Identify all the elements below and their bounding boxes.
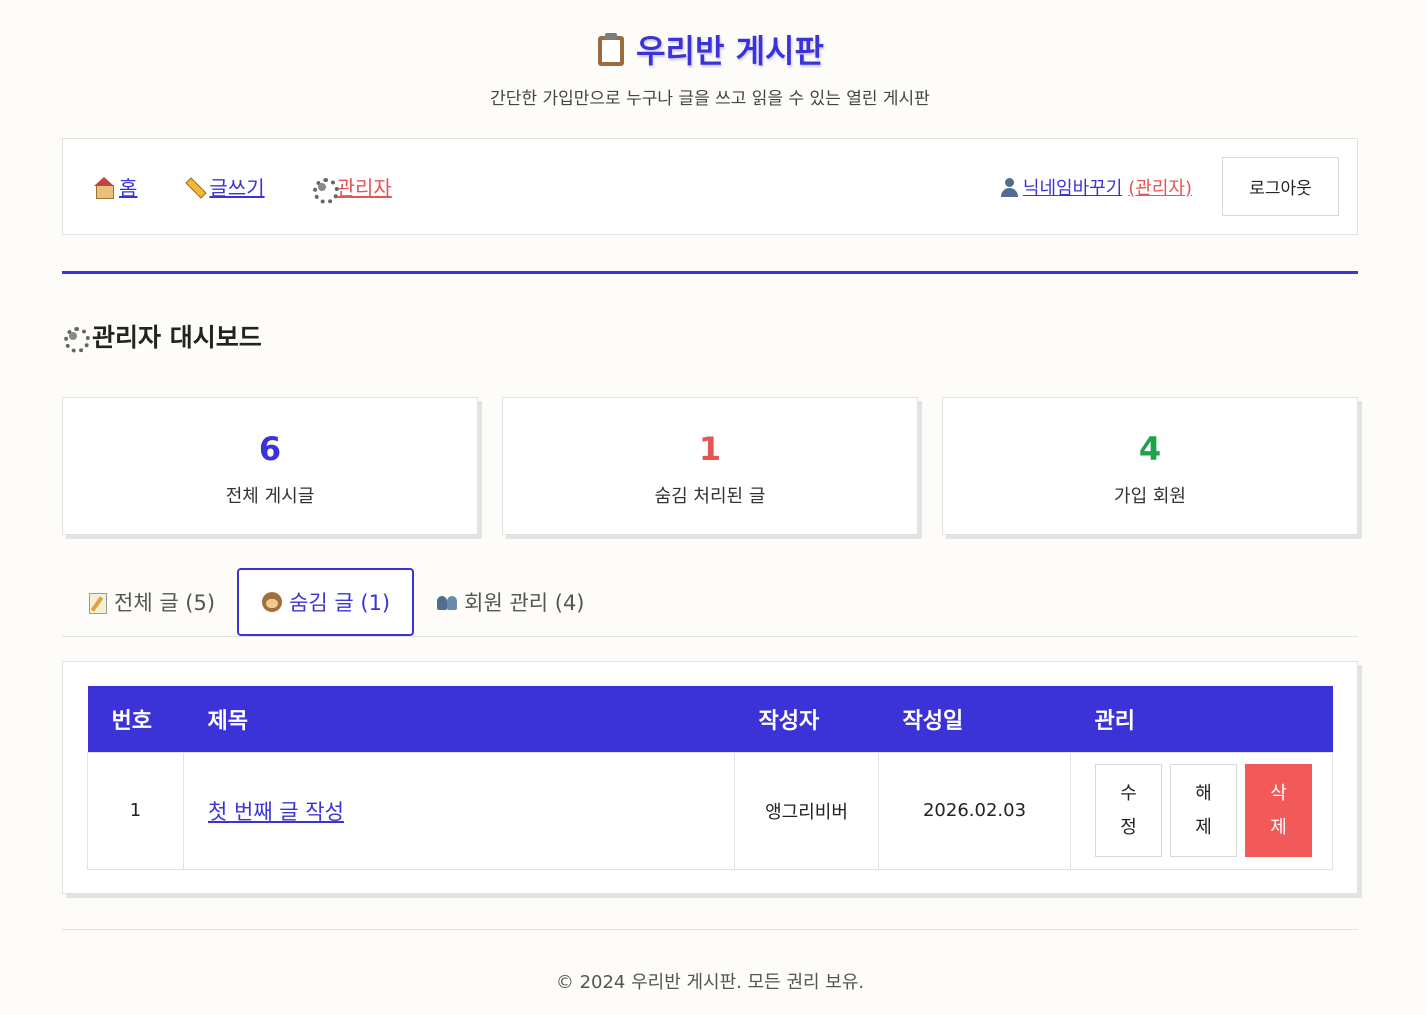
user-profile-link[interactable]: 닉네임바꾸기 [998, 174, 1122, 200]
tab-member-management[interactable]: 회원 관리 (4) [436, 568, 606, 636]
column-header-title: 제목 [207, 708, 248, 734]
house-icon [93, 176, 115, 199]
column-header-date: 작성일 [902, 708, 964, 734]
edit-button[interactable]: 수 정 [1095, 764, 1162, 857]
gear-icon [311, 176, 339, 204]
dashboard-title-text: 관리자 대시보드 [92, 323, 262, 352]
hidden-posts-panel: 번호 제목 작성자 작성일 관리 1 첫 번째 글 작성 앵그리비버 2026.… [62, 661, 1358, 894]
user-name: 닉네임바꾸기 [1022, 177, 1123, 199]
memo-icon [86, 591, 108, 614]
site-header: 우리반 게시판 간단한 가입만으로 누구나 글을 쓰고 읽을 수 있는 열린 게… [62, 0, 1358, 109]
table-row: 1 첫 번째 글 작성 앵그리비버 2026.02.03 수 정 해 제 삭 제 [87, 751, 1333, 870]
logout-button[interactable]: 로그아웃 [1222, 157, 1339, 216]
cell-author: 앵그리비버 [734, 751, 879, 870]
site-title: 우리반 게시판 [596, 28, 824, 70]
tab-label: 회원 관리 (4) [464, 591, 585, 615]
edit-button-line2: 정 [1120, 816, 1137, 838]
footer-copyright: © 2024 우리반 게시판. 모든 권리 보유. [555, 972, 865, 993]
tab-all-posts[interactable]: 전체 글 (5) [86, 568, 237, 636]
post-title-link[interactable]: 첫 번째 글 작성 [208, 800, 344, 824]
hidden-posts-table: 번호 제목 작성자 작성일 관리 1 첫 번째 글 작성 앵그리비버 2026.… [87, 686, 1333, 870]
dashboard-title: 관리자 대시보드 [62, 318, 1358, 354]
cell-title: 첫 번째 글 작성 [183, 751, 735, 870]
stat-label: 가입 회원 [1114, 486, 1186, 507]
stat-card-hidden-posts: 1 숨김 처리된 글 [502, 397, 918, 535]
nav-write-label: 글쓰기 [209, 176, 265, 200]
tab-label: 숨김 글 (1) [289, 591, 391, 615]
stat-card-members: 4 가입 회원 [942, 397, 1358, 535]
delete-button[interactable]: 삭 제 [1245, 764, 1312, 857]
tab-hidden-posts[interactable]: 숨김 글 (1) [237, 568, 415, 636]
stat-card-total-posts: 6 전체 게시글 [62, 397, 478, 535]
unhide-button-line2: 제 [1195, 816, 1212, 838]
page-container: 우리반 게시판 간단한 가입만으로 누구나 글을 쓰고 읽을 수 있는 열린 게… [62, 0, 1358, 994]
site-title-text: 우리반 게시판 [636, 32, 824, 70]
column-header-actions: 관리 [1094, 708, 1135, 734]
nav-admin-label: 관리자 [336, 176, 392, 200]
site-subtitle: 간단한 가입만으로 누구나 글을 쓰고 읽을 수 있는 열린 게시판 [490, 89, 930, 109]
cell-number: 1 [87, 751, 184, 870]
tab-label: 전체 글 (5) [114, 591, 216, 615]
delete-button-line2: 제 [1270, 816, 1287, 838]
pencil-icon [183, 176, 205, 198]
stat-value: 6 [258, 430, 282, 468]
column-header-author: 작성자 [758, 708, 820, 734]
stats-row: 6 전체 게시글 1 숨김 처리된 글 4 가입 회원 [62, 397, 1358, 535]
column-header-number: 번호 [111, 708, 152, 734]
nav-home-link[interactable]: 홈 [93, 172, 137, 201]
nav-write-link[interactable]: 글쓰기 [183, 172, 264, 201]
stat-label: 전체 게시글 [225, 486, 315, 507]
stat-label: 숨김 처리된 글 [654, 486, 766, 507]
row-actions: 수 정 해 제 삭 제 [1071, 764, 1332, 857]
nav-home-label: 홈 [119, 176, 138, 200]
stat-value: 4 [1138, 430, 1162, 468]
footer-divider [62, 929, 1358, 930]
delete-button-line1: 삭 [1270, 782, 1287, 804]
navbar: 홈 글쓰기 관리자 닉네임바꾸기 (관리자) 로그아웃 [62, 138, 1358, 235]
edit-button-line1: 수 [1120, 782, 1137, 804]
cell-actions: 수 정 해 제 삭 제 [1070, 751, 1333, 870]
clipboard-icon [596, 32, 626, 66]
user-role-link[interactable]: (관리자) [1128, 174, 1192, 200]
admin-tabs: 전체 글 (5) 숨김 글 (1) 회원 관리 (4) [62, 568, 1358, 637]
gear-icon [62, 325, 90, 353]
unhide-button-line1: 해 [1195, 782, 1212, 804]
stat-value: 1 [698, 430, 722, 468]
cell-date: 2026.02.03 [878, 751, 1071, 870]
header-divider [62, 271, 1358, 274]
people-icon [436, 591, 458, 613]
unhide-button[interactable]: 해 제 [1170, 764, 1237, 857]
user-icon [998, 176, 1020, 198]
see-no-evil-monkey-icon [261, 591, 283, 613]
table-header-row: 번호 제목 작성자 작성일 관리 [87, 686, 1333, 752]
nav-admin-link[interactable]: 관리자 [311, 172, 392, 204]
